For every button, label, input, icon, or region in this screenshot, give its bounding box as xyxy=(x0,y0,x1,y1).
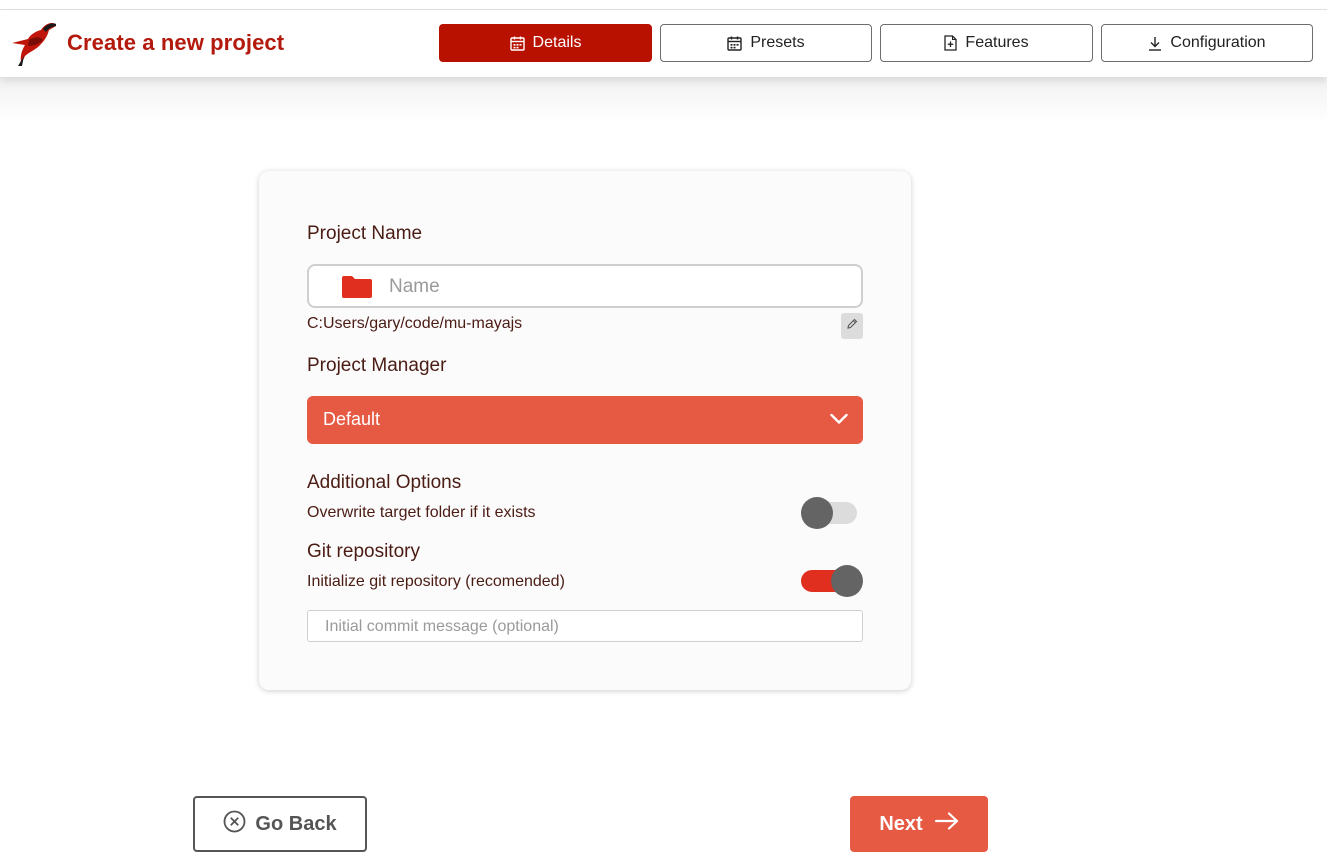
overwrite-label: Overwrite target folder if it exists xyxy=(307,504,536,521)
calendar-icon xyxy=(509,36,525,51)
page-title: Create a new project xyxy=(67,30,285,55)
toggle-knob xyxy=(831,565,863,597)
go-back-label: Go Back xyxy=(255,812,337,835)
folder-icon xyxy=(342,276,372,303)
project-manager-select[interactable]: Default xyxy=(307,396,863,444)
project-manager-value: Default xyxy=(323,409,381,429)
project-manager-label: Project Manager xyxy=(307,355,447,376)
toggle-knob xyxy=(801,497,833,529)
header-shadow xyxy=(0,77,1327,122)
git-repository-label: Git repository xyxy=(307,541,420,562)
tab-details[interactable]: Details xyxy=(439,24,652,62)
next-button[interactable]: Next xyxy=(850,796,988,852)
edit-path-button[interactable] xyxy=(841,313,863,339)
commit-message-field[interactable] xyxy=(307,610,863,642)
git-init-toggle[interactable] xyxy=(801,564,863,598)
project-name-field[interactable] xyxy=(307,264,863,308)
commit-message-input[interactable] xyxy=(323,616,847,638)
arrow-right-icon xyxy=(934,812,959,836)
download-icon xyxy=(1148,36,1162,51)
file-plus-icon xyxy=(944,35,958,51)
tab-label: Presets xyxy=(750,34,805,51)
next-label: Next xyxy=(879,812,923,835)
calendar-icon xyxy=(727,36,743,51)
project-name-label: Project Name xyxy=(307,223,423,244)
overwrite-toggle[interactable] xyxy=(801,496,859,530)
project-path: C:Users/gary/code/mu-mayajs xyxy=(307,315,523,332)
go-back-button[interactable]: Go Back xyxy=(193,796,367,852)
tab-presets[interactable]: Presets xyxy=(660,24,872,62)
app-header: Create a new project Details Presets Fea… xyxy=(0,10,1327,77)
tab-label: Details xyxy=(532,34,582,51)
pencil-icon xyxy=(846,317,858,335)
project-details-card: Project Name C:Users/gary/code/mu-mayajs… xyxy=(259,171,911,690)
tab-label: Features xyxy=(965,34,1029,51)
close-circle-icon xyxy=(223,810,246,839)
tab-features[interactable]: Features xyxy=(880,24,1093,62)
bird-logo-icon xyxy=(10,22,58,68)
tab-configuration[interactable]: Configuration xyxy=(1101,24,1313,62)
additional-options-label: Additional Options xyxy=(307,472,462,493)
tab-label: Configuration xyxy=(1170,34,1266,51)
git-init-label: Initialize git repository (recomended) xyxy=(307,573,565,590)
project-name-input[interactable] xyxy=(387,274,831,300)
